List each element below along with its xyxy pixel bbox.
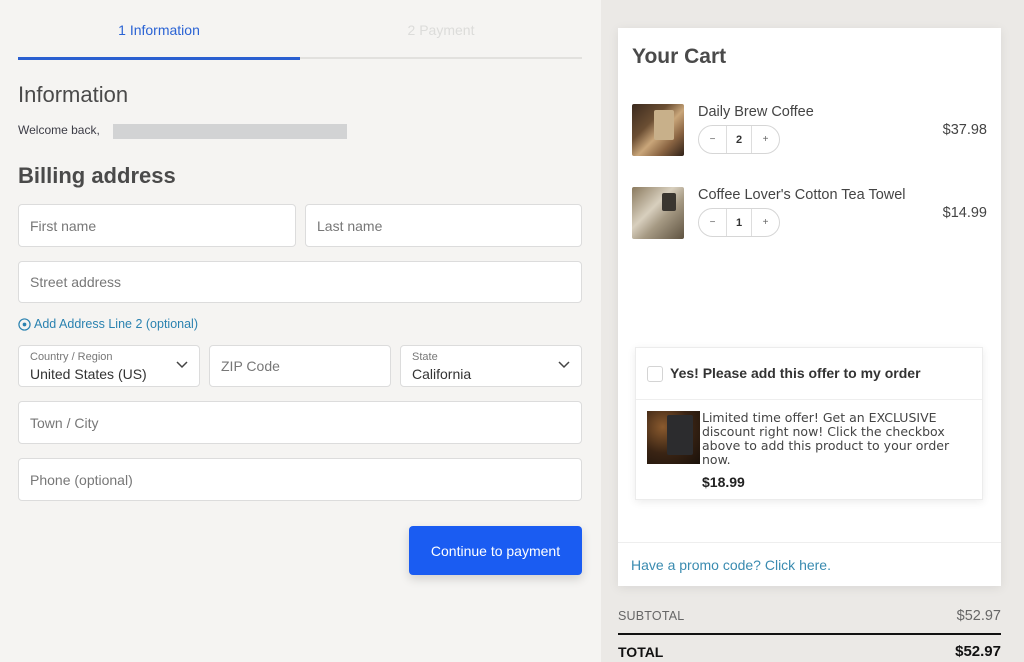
offer-checkbox-label[interactable]: Yes! Please add this offer to my order — [670, 365, 921, 381]
subtotal-label: SUBTOTAL — [618, 609, 685, 623]
state-select[interactable]: State California — [400, 345, 582, 387]
cart-title: Your Cart — [632, 45, 727, 68]
town-city-field — [18, 401, 582, 444]
cart-item-price: $14.99 — [942, 205, 987, 221]
add-address-line-2-label: Add Address Line 2 (optional) — [34, 317, 198, 331]
total-label: TOTAL — [618, 644, 664, 660]
upsell-offer-box: Yes! Please add this offer to my order L… — [635, 347, 983, 500]
country-label: Country / Region — [30, 351, 113, 363]
cart-item-price: $37.98 — [942, 122, 987, 138]
offer-price: $18.99 — [702, 474, 745, 490]
cart-card: Your Cart Daily Brew Coffee − 2 + $37.98… — [618, 28, 1001, 586]
offer-product-image — [647, 411, 700, 464]
quantity-stepper: − 2 + — [698, 125, 780, 154]
chevron-down-icon — [558, 361, 570, 369]
cart-item: Daily Brew Coffee − 2 + $37.98 — [632, 104, 987, 158]
offer-header: Yes! Please add this offer to my order — [636, 348, 982, 400]
first-name-field — [18, 204, 296, 247]
chevron-down-icon — [176, 361, 188, 369]
town-city-input[interactable] — [19, 402, 581, 443]
redacted-username — [113, 124, 347, 139]
last-name-field — [305, 204, 582, 247]
offer-description: Limited time offer! Get an EXCLUSIVE dis… — [702, 410, 950, 467]
first-name-input[interactable] — [19, 205, 295, 246]
promo-code-link[interactable]: Have a promo code? Click here. — [631, 557, 831, 573]
phone-field — [18, 458, 582, 501]
state-value: California — [412, 366, 472, 382]
plus-circle-icon — [18, 317, 31, 331]
offer-checkbox[interactable] — [647, 366, 663, 382]
cart-item: Coffee Lover's Cotton Tea Towel − 1 + $1… — [632, 187, 987, 241]
billing-heading: Billing address — [18, 163, 176, 188]
product-thumbnail — [632, 104, 684, 156]
decrease-quantity-button[interactable]: − — [699, 126, 726, 153]
zip-code-input[interactable] — [210, 346, 390, 386]
cart-item-name: Daily Brew Coffee — [698, 104, 814, 120]
zip-code-field — [209, 345, 391, 387]
street-address-input[interactable] — [19, 262, 581, 302]
information-heading: Information — [18, 82, 129, 107]
total-divider — [618, 633, 1001, 635]
add-address-line-2-link[interactable]: Add Address Line 2 (optional) — [18, 317, 198, 331]
step-payment[interactable]: 2 Payment — [300, 22, 582, 38]
quantity-value[interactable]: 1 — [726, 209, 752, 236]
cart-item-name: Coffee Lover's Cotton Tea Towel — [698, 187, 906, 203]
step-progress-inactive — [300, 57, 582, 59]
step-information[interactable]: 1 Information — [18, 22, 300, 38]
total-value: $52.97 — [955, 643, 1001, 660]
last-name-input[interactable] — [306, 205, 581, 246]
promo-section: Have a promo code? Click here. — [618, 542, 1001, 586]
quantity-stepper: − 1 + — [698, 208, 780, 237]
decrease-quantity-button[interactable]: − — [699, 209, 726, 236]
product-thumbnail — [632, 187, 684, 239]
country-select[interactable]: Country / Region United States (US) — [18, 345, 200, 387]
step-progress-active — [18, 57, 300, 60]
increase-quantity-button[interactable]: + — [752, 209, 779, 236]
quantity-value[interactable]: 2 — [726, 126, 752, 153]
checkout-steps: 1 Information 2 Payment — [18, 22, 582, 60]
checkout-form-panel: 1 Information 2 Payment Information Welc… — [0, 0, 601, 662]
state-label: State — [412, 351, 438, 363]
continue-to-payment-button[interactable]: Continue to payment — [409, 526, 582, 575]
street-address-field — [18, 261, 582, 303]
increase-quantity-button[interactable]: + — [752, 126, 779, 153]
welcome-text: Welcome back, — [18, 123, 100, 137]
subtotal-value: $52.97 — [956, 608, 1001, 624]
phone-input[interactable] — [19, 459, 581, 500]
country-value: United States (US) — [30, 366, 147, 382]
